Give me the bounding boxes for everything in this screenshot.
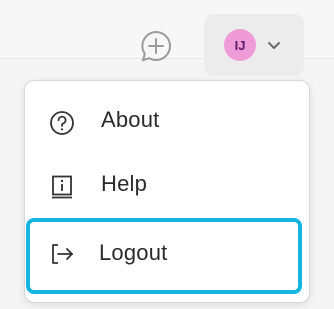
account-menu-button[interactable]: IJ [204,14,304,76]
menu-item-label: About [101,107,160,132]
chevron-down-icon [268,42,280,49]
logout-arrow-icon [52,244,73,264]
menu-item-logout[interactable]: Logout [26,218,302,294]
avatar-initials: IJ [234,37,246,53]
avatar: IJ [224,29,256,61]
question-circle-icon [50,111,74,135]
menu-item-help[interactable]: Help [29,157,303,217]
info-box-icon [52,175,72,199]
new-chat-button[interactable] [134,24,178,68]
menu-item-label: Logout [99,240,168,265]
chat-plus-icon [141,30,171,62]
menu-item-label: Help [101,171,148,196]
menu-item-about[interactable]: About [29,93,303,153]
top-bar: IJ [0,0,334,76]
account-dropdown-menu: About Help Logout [24,80,310,303]
